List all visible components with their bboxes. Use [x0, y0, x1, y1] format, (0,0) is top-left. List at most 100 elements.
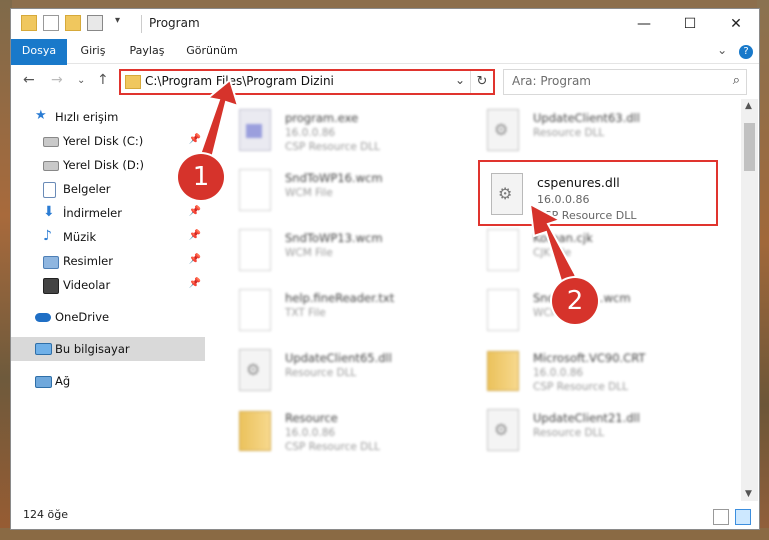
sidebar-item-downloads[interactable]: ⬇ İndirmeler 📌 [11, 201, 205, 225]
file-description: CSP Resource DLL [285, 441, 380, 453]
item-count: 124 öğe [23, 508, 68, 521]
file-item[interactable]: UpdateClient65.dll Resource DLL [235, 347, 475, 405]
file-type: WCM File [285, 247, 333, 259]
sidebar-item-disk-c[interactable]: Yerel Disk (C:) 📌 [11, 129, 205, 153]
help-icon[interactable]: ? [739, 45, 753, 59]
title-bar: ▾ Program — ☐ ✕ [11, 9, 759, 39]
file-item[interactable]: Resource 16.0.0.86 CSP Resource DLL [235, 407, 475, 465]
search-icon[interactable]: ⌕ [733, 73, 740, 88]
sidebar-item-videos[interactable]: Videolar 📌 [11, 273, 205, 297]
download-icon: ⬇ [43, 204, 55, 220]
document-file-icon [487, 229, 519, 271]
address-path[interactable]: C:\Program Files\Program Dizini [145, 74, 334, 88]
file-type: WCM File [285, 187, 333, 199]
file-item[interactable]: program.exe 16.0.0.86 CSP Resource DLL [235, 107, 475, 165]
file-explorer-window: ▾ Program — ☐ ✕ Dosya Giriş Paylaş Görün… [10, 8, 760, 530]
file-item[interactable]: help.fineReader.txt TXT File [235, 287, 475, 345]
minimize-button[interactable]: — [621, 9, 667, 39]
documents-icon [43, 182, 56, 198]
drive-icon [43, 137, 59, 147]
file-name: SndToWP16.wcm [285, 171, 383, 185]
up-button[interactable]: ↑ [97, 72, 109, 88]
scroll-up-icon[interactable]: ▲ [745, 101, 752, 111]
sidebar-item-pictures[interactable]: Resimler 📌 [11, 249, 205, 273]
back-button[interactable]: ← [23, 72, 35, 88]
file-version: 16.0.0.86 [533, 367, 584, 379]
step-badge-2: 2 [552, 278, 598, 324]
file-type: Resource DLL [533, 427, 605, 439]
file-name: help.fineReader.txt [285, 291, 395, 305]
file-version: 16.0.0.86 [285, 427, 336, 439]
customize-toolbar-icon[interactable] [87, 15, 103, 31]
file-type: Resource DLL [533, 127, 605, 139]
file-name: Resource [285, 411, 338, 425]
file-description: CSP Resource DLL [533, 381, 628, 393]
ribbon: Dosya Giriş Paylaş Görünüm ⌄ ? [11, 39, 759, 97]
file-name: Microsoft.VC90.CRT [533, 351, 646, 365]
address-bar[interactable]: C:\Program Files\Program Dizini ⌄ ↻ [119, 69, 495, 95]
cloud-icon [35, 313, 51, 322]
tab-share[interactable]: Paylaş [123, 39, 171, 63]
large-icons-view-icon[interactable] [735, 509, 751, 525]
sidebar-item-this-pc[interactable]: Bu bilgisayar [11, 337, 205, 361]
file-version: 16.0.0.86 [285, 127, 336, 139]
address-dropdown-icon[interactable]: ⌄ [455, 73, 465, 87]
sidebar-item-quick-access[interactable]: ★ Hızlı erişim [11, 105, 205, 129]
search-box[interactable]: Ara: Program ⌕ [503, 69, 747, 95]
scroll-down-icon[interactable]: ▼ [745, 489, 752, 499]
sidebar-item-music[interactable]: ♪ Müzik 📌 [11, 225, 205, 249]
sidebar-item-label: Hızlı erişim [55, 110, 119, 124]
highlight-box [478, 160, 718, 226]
sidebar-item-label: İndirmeler [63, 206, 122, 220]
title-separator [141, 15, 142, 33]
scroll-thumb[interactable] [744, 123, 755, 171]
document-file-icon [239, 289, 271, 331]
file-name: UpdateClient65.dll [285, 351, 392, 365]
file-item[interactable]: SndToWP16.wcm WCM File [235, 167, 475, 225]
quick-access-chevron-icon[interactable]: ▾ [115, 15, 129, 29]
dll-file-icon [487, 409, 519, 451]
tab-view[interactable]: Görünüm [181, 39, 243, 63]
refresh-button[interactable]: ↻ [470, 71, 493, 93]
file-name: SndToWP13.wcm [285, 231, 383, 245]
forward-button[interactable]: → [51, 72, 63, 88]
close-button[interactable]: ✕ [713, 9, 759, 39]
sidebar-item-label: Belgeler [63, 182, 111, 196]
sidebar-item-documents[interactable]: Belgeler 📌 [11, 177, 205, 201]
file-item[interactable]: SndToWP11.wcm WCM File [483, 287, 723, 345]
videos-icon [43, 278, 59, 294]
sidebar-item-label: Videolar [63, 278, 111, 292]
details-view-icon[interactable] [713, 509, 729, 525]
vertical-scrollbar[interactable]: ▲ ▼ [741, 99, 758, 501]
recent-locations-icon[interactable]: ⌄ [77, 75, 85, 86]
sidebar-item-label: Bu bilgisayar [55, 342, 130, 356]
sidebar-item-label: Müzik [63, 230, 97, 244]
new-folder-icon[interactable] [65, 15, 81, 31]
file-item[interactable]: SndToWP13.wcm WCM File [235, 227, 475, 285]
tab-home[interactable]: Giriş [73, 39, 113, 63]
pictures-icon [43, 256, 59, 269]
maximize-button[interactable]: ☐ [667, 9, 713, 39]
file-item[interactable]: Korean.cjk CJK File [483, 227, 723, 285]
navigation-bar: ← → ⌄ ↑ C:\Program Files\Program Dizini … [11, 65, 759, 97]
sidebar-item-disk-d[interactable]: Yerel Disk (D:) 📌 [11, 153, 205, 177]
search-input[interactable]: Ara: Program [512, 74, 591, 88]
properties-icon[interactable] [43, 15, 59, 31]
pin-icon: 📌 [188, 278, 201, 289]
step-badge-1: 1 [178, 154, 224, 200]
computer-icon [35, 343, 52, 355]
dll-file-icon [239, 349, 271, 391]
pin-icon: 📌 [188, 230, 201, 241]
drive-icon [43, 161, 59, 171]
file-item[interactable]: UpdateClient21.dll Resource DLL [483, 407, 723, 465]
sidebar-item-label: Resimler [63, 254, 113, 268]
star-icon: ★ [35, 108, 47, 123]
ribbon-expand-chevron-icon[interactable]: ⌄ [717, 43, 727, 57]
sidebar-item-onedrive[interactable]: OneDrive [11, 305, 205, 329]
file-item[interactable]: Microsoft.VC90.CRT 16.0.0.86 CSP Resourc… [483, 347, 723, 405]
file-item[interactable]: UpdateClient63.dll Resource DLL [483, 107, 723, 165]
sidebar-item-network[interactable]: Ağ [11, 369, 205, 393]
network-icon [35, 376, 52, 388]
sidebar-item-label: OneDrive [55, 310, 110, 324]
file-name: program.exe [285, 111, 359, 125]
